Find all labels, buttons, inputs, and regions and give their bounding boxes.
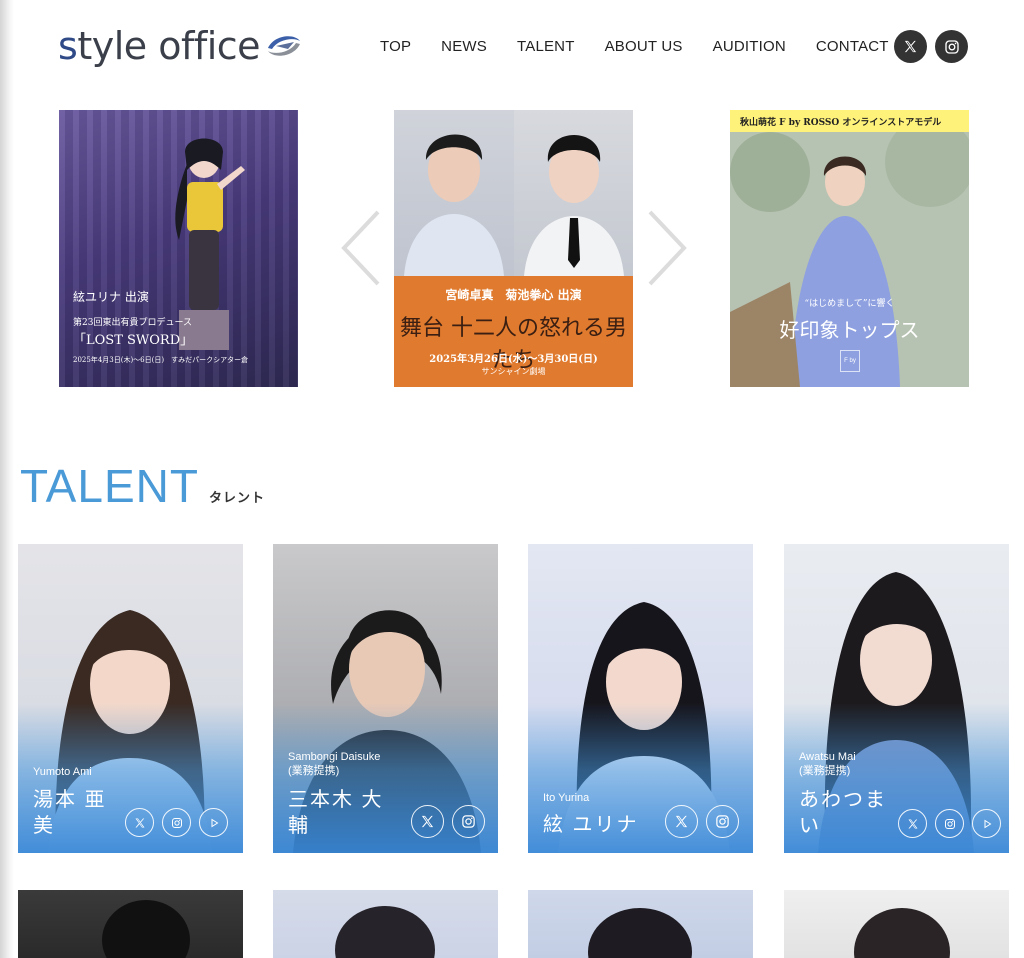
talent-name: 絃 ユリナ — [543, 814, 639, 836]
talent-instagram-link[interactable] — [452, 805, 485, 838]
slide-1-subtitle: 第23回東出有貴プロデュース — [73, 318, 193, 328]
header-x-link[interactable] — [894, 30, 927, 63]
talent-card-sambongi-daisuke[interactable]: Sambongi Daisuke (業務提携) 三本木 大 輔 — [273, 544, 498, 853]
talent-photo — [102, 900, 190, 958]
talent-subtitle: タレント — [208, 490, 265, 505]
talent-instagram-link[interactable] — [935, 809, 964, 838]
slide-3-banner: 秋山萌花 F by ROSSO オンラインストアモデル — [730, 110, 969, 132]
slide-1-date: 2025年4月3日(木)〜6日(日) すみだパークシアター倉 — [73, 356, 249, 364]
talent-social-links — [657, 805, 739, 838]
slide-photo — [730, 132, 969, 387]
talent-romaji: Ito Yurina — [543, 792, 590, 804]
talent-name: 湯本 亜 美 — [33, 789, 107, 837]
talent-card[interactable] — [528, 890, 753, 958]
slide-1-title: 「LOST SWORD」 — [73, 333, 194, 348]
instagram-icon — [171, 817, 182, 828]
talent-photo — [335, 906, 435, 958]
talent-name: あわつま い — [799, 789, 887, 837]
talent-instagram-link[interactable] — [706, 805, 739, 838]
carousel-slide-1[interactable]: 絃ユリナ 出演 第23回東出有貴プロデュース 「LOST SWORD」 2025… — [59, 110, 298, 387]
logo-text: style office — [58, 24, 261, 68]
instagram-icon — [462, 815, 475, 828]
instagram-icon — [944, 39, 959, 54]
x-icon — [421, 815, 434, 828]
talent-romaji: Sambongi Daisuke (業務提携) — [288, 751, 381, 777]
carousel-slide-3[interactable]: 秋山萌花 F by ROSSO オンラインストアモデル “はじめまして”に響く … — [730, 110, 969, 387]
x-icon — [908, 819, 917, 828]
slide-3-title: 好印象トップス — [779, 318, 920, 342]
talent-x-link[interactable] — [125, 808, 154, 837]
talent-card[interactable] — [784, 890, 1009, 958]
talent-romaji: Yumoto Ami — [33, 766, 92, 778]
slide-3-tagline: “はじめまして”に響く — [804, 299, 895, 309]
instagram-icon — [944, 818, 955, 829]
talent-youtube-link[interactable] — [199, 808, 228, 837]
slide-1-headline: 絃ユリナ 出演 — [73, 290, 149, 304]
instagram-icon — [716, 815, 729, 828]
carousel-prev-arrow-icon[interactable] — [338, 208, 388, 288]
talent-name: 三本木 大 輔 — [288, 789, 384, 837]
x-icon — [904, 40, 917, 53]
site-header: style office TOP NEWS TALENT ABOUT US AU… — [0, 0, 1024, 95]
news-carousel: 絃ユリナ 出演 第23回東出有貴プロデュース 「LOST SWORD」 2025… — [0, 108, 1024, 390]
talent-social-links — [890, 809, 1001, 838]
main-nav: TOP NEWS TALENT ABOUT US AUDITION CONTAC… — [380, 38, 919, 55]
slide-2-date: 2025年3月26日(水)〜3月30日(日) — [429, 354, 598, 365]
slide-3-brand-mark: F by — [840, 350, 860, 372]
talent-card-yumoto-ami[interactable]: Yumoto Ami 湯本 亜 美 — [18, 544, 243, 853]
carousel-slide-2[interactable]: 宮崎卓真 菊池拳心 出演 舞台 十二人の怒れる男たち 2025年3月26日(水)… — [394, 110, 633, 387]
nav-talent[interactable]: TALENT — [517, 38, 575, 55]
header-instagram-link[interactable] — [935, 30, 968, 63]
talent-instagram-link[interactable] — [162, 808, 191, 837]
slide-2-venue: サンシャイン劇場 — [481, 367, 546, 376]
talent-youtube-link[interactable] — [972, 809, 1001, 838]
x-icon — [135, 818, 144, 827]
nav-about-us[interactable]: ABOUT US — [605, 38, 683, 55]
talent-x-link[interactable] — [898, 809, 927, 838]
slide-photo — [394, 110, 633, 276]
talent-social-links — [117, 808, 228, 837]
site-logo[interactable]: style office — [58, 24, 304, 68]
talent-x-link[interactable] — [665, 805, 698, 838]
talent-romaji: Awatsu Mai (業務提携) — [799, 751, 856, 777]
play-icon — [984, 819, 991, 828]
nav-audition[interactable]: AUDITION — [713, 38, 786, 55]
talent-photo — [588, 908, 692, 958]
x-icon — [675, 815, 688, 828]
talent-title: TALENT — [20, 460, 199, 512]
talent-photo — [854, 908, 950, 958]
talent-card-ito-yurina[interactable]: Ito Yurina 絃 ユリナ — [528, 544, 753, 853]
talent-card[interactable] — [18, 890, 243, 958]
carousel-next-arrow-icon[interactable] — [640, 208, 690, 288]
talent-card[interactable] — [273, 890, 498, 958]
talent-card-awatsu-mai[interactable]: Awatsu Mai (業務提携) あわつま い — [784, 544, 1009, 853]
nav-top[interactable]: TOP — [380, 38, 411, 55]
play-icon — [211, 818, 218, 827]
nav-contact[interactable]: CONTACT — [816, 38, 889, 55]
slide-2-cast: 宮崎卓真 菊池拳心 出演 — [445, 288, 582, 302]
nav-news[interactable]: NEWS — [441, 38, 487, 55]
logo-swoosh-icon — [268, 36, 301, 56]
talent-x-link[interactable] — [411, 805, 444, 838]
talent-section-heading: TALENT タレント — [20, 460, 265, 512]
talent-social-links — [403, 805, 485, 838]
